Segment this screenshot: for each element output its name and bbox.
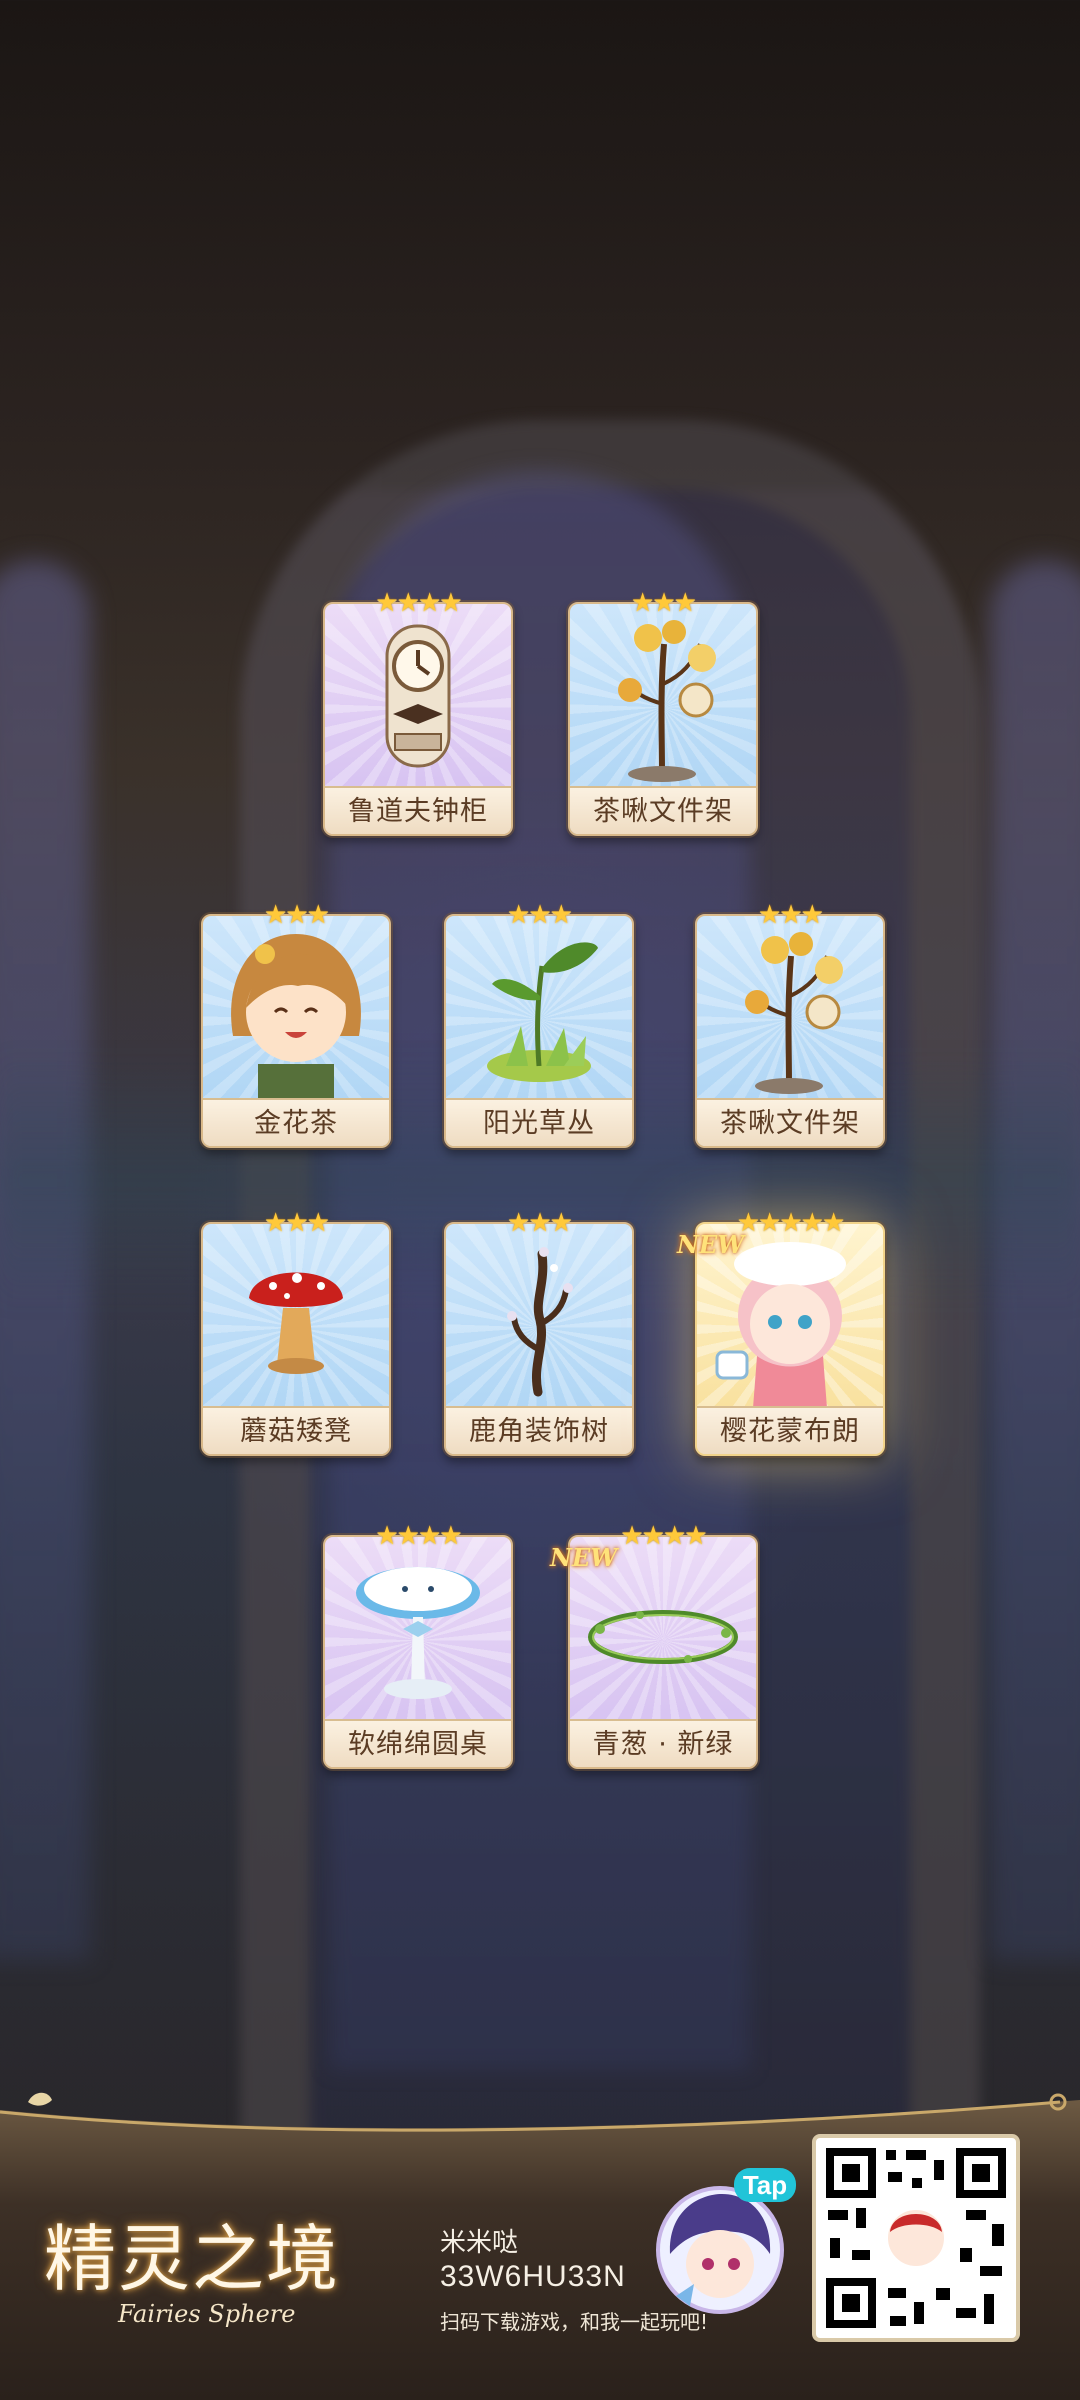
tea-file-rack-art (745, 932, 843, 1094)
reward-card[interactable]: 青葱 · 新绿 ★★★★ NEW (550, 1521, 758, 1769)
star-rating: ★★★★ (375, 1521, 462, 1551)
reward-card[interactable]: 鹿角装饰树 ★★★ (444, 1208, 634, 1456)
game-logo: 精灵之境 (44, 2217, 341, 2301)
card-name: 蘑菇矮凳 (240, 1416, 352, 1447)
player-name: 米米哒 (440, 2228, 519, 2258)
star-rating: ★★★ (758, 900, 824, 930)
card-frame: 鹿角装饰树 (444, 1222, 634, 1456)
antler-tree-art (507, 1247, 573, 1397)
card-name: 金花茶 (254, 1108, 338, 1139)
tea-file-rack-art (618, 620, 716, 782)
star-rating: ★★★ (264, 900, 330, 930)
reward-card[interactable]: 茶啾文件架 ★★★ (695, 900, 885, 1148)
star-rating: ★★★ (631, 588, 697, 618)
star-rating: ★★★ (507, 900, 573, 930)
card-name: 阳光草丛 (483, 1108, 595, 1139)
card-name: 茶啾文件架 (720, 1108, 860, 1139)
game-logo-subtitle: Fairies Sphere (118, 2300, 296, 2328)
reward-card[interactable]: 樱花蒙布朗 ★★★★★ NEW (677, 1208, 885, 1456)
card-name: 青葱 · 新绿 (592, 1729, 734, 1760)
card-name: 茶啾文件架 (593, 796, 733, 827)
fluffy-round-table-art (356, 1567, 480, 1699)
player-code: 33W6HU33N (440, 2260, 626, 2293)
star-rating: ★★★ (507, 1208, 573, 1238)
new-badge: NEW (550, 1543, 618, 1572)
mushroom-stool-art (249, 1272, 343, 1374)
download-qr-code[interactable] (812, 2134, 1020, 2342)
card-frame: 鲁道夫钟柜 (323, 602, 513, 836)
star-rating: ★★★★ (375, 588, 462, 618)
reward-card[interactable]: 金花茶 ★★★ (201, 900, 391, 1148)
card-frame: 金花茶 (201, 914, 391, 1148)
card-frame: 软绵绵圆桌 (323, 1535, 513, 1769)
reward-card[interactable]: 阳光草丛 ★★★ (444, 900, 634, 1148)
reward-card[interactable]: 茶啾文件架 ★★★ (568, 588, 758, 836)
qr-code-icon (826, 2148, 1006, 2328)
card-name: 鹿角装饰树 (469, 1416, 609, 1447)
card-name: 软绵绵圆桌 (348, 1729, 488, 1760)
card-frame: 蘑菇矮凳 (201, 1222, 391, 1456)
card-frame: 阳光草丛 (444, 914, 634, 1148)
card-frame: 茶啾文件架 (568, 602, 758, 836)
taptap-badge: Tap (734, 2168, 796, 2202)
clock-cabinet-art (385, 624, 451, 768)
character-portrait-art (231, 934, 361, 1100)
reward-card[interactable]: 蘑菇矮凳 ★★★ (201, 1208, 391, 1456)
new-badge: NEW (677, 1230, 745, 1259)
card-frame: 茶啾文件架 (695, 914, 885, 1148)
reward-card[interactable]: 鲁道夫钟柜 ★★★★ (323, 588, 513, 836)
sun-grass-art (487, 942, 598, 1082)
star-rating: ★★★ (264, 1208, 330, 1238)
reward-card[interactable]: 软绵绵圆桌 ★★★★ (323, 1521, 513, 1769)
card-name: 樱花蒙布朗 (720, 1416, 860, 1447)
card-name: 鲁道夫钟柜 (348, 796, 488, 827)
